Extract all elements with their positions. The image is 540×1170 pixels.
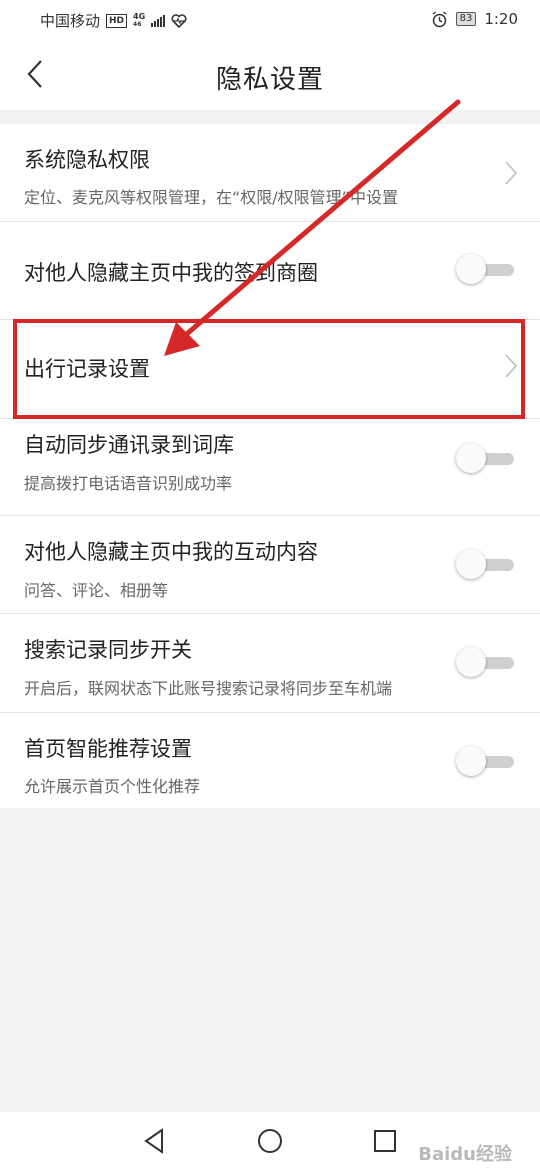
watermark: Baidu经验 [418, 1144, 512, 1165]
header: 隐私设置 [0, 38, 540, 110]
settings-row-travel-record[interactable]: 出行记录设置 [0, 320, 540, 419]
row-title: 出行记录设置 [24, 357, 150, 381]
settings-row-hide-checkin: 对他人隐藏主页中我的签到商圈 [0, 222, 540, 320]
smart-recommend-toggle[interactable] [456, 745, 516, 779]
square-recents-icon[interactable] [370, 1126, 400, 1156]
signal-icon [151, 14, 166, 27]
settings-row-system-privacy[interactable]: 系统隐私权限 定位、麦克风等权限管理，在“权限/权限管理”中设置 [0, 124, 540, 222]
row-subtitle: 开启后，联网状态下此账号搜索记录将同步至车机端 [24, 679, 393, 698]
triangle-back-icon[interactable] [140, 1126, 170, 1156]
row-subtitle: 允许展示首页个性化推荐 [24, 777, 201, 796]
row-title: 对他人隐藏主页中我的互动内容 [24, 540, 318, 564]
row-title: 自动同步通讯录到词库 [24, 433, 234, 457]
carrier-label: 中国移动 [40, 12, 101, 30]
search-sync-toggle[interactable] [456, 646, 516, 680]
heart-health-icon [171, 13, 187, 28]
hide-interactions-toggle[interactable] [456, 548, 516, 582]
chevron-right-icon [505, 161, 518, 185]
battery-icon: 83 [455, 12, 477, 26]
row-title: 对他人隐藏主页中我的签到商圈 [24, 261, 318, 285]
row-subtitle: 问答、评论、相册等 [24, 581, 169, 600]
row-subtitle: 定位、麦克风等权限管理，在“权限/权限管理”中设置 [24, 188, 398, 207]
hide-checkin-toggle[interactable] [456, 253, 516, 287]
circle-home-icon[interactable] [255, 1126, 285, 1156]
chevron-right-icon [505, 354, 518, 378]
settings-row-sync-contacts: 自动同步通讯录到词库 提高拨打电话语音识别成功率 [0, 419, 540, 516]
row-title: 首页智能推荐设置 [24, 737, 192, 761]
status-right: 83 1:20 [431, 10, 518, 28]
settings-list: 系统隐私权限 定位、麦克风等权限管理，在“权限/权限管理”中设置 对他人隐藏主页… [0, 124, 540, 808]
alarm-icon [432, 10, 447, 27]
row-subtitle: 提高拨打电话语音识别成功率 [24, 474, 233, 493]
status-left: 中国移动 HD 4G 46 [40, 10, 187, 31]
sync-contacts-toggle[interactable] [456, 442, 516, 476]
network-type-icon: 4G 46 [133, 11, 146, 28]
settings-row-search-sync: 搜索记录同步开关 开启后，联网状态下此账号搜索记录将同步至车机端 [0, 614, 540, 713]
settings-row-hide-interactions: 对他人隐藏主页中我的互动内容 问答、评论、相册等 [0, 516, 540, 614]
row-title: 系统隐私权限 [24, 148, 150, 172]
page-title: 隐私设置 [215, 65, 324, 95]
clock-label: 1:20 [484, 10, 518, 28]
hd-icon: HD [106, 13, 128, 28]
row-title: 搜索记录同步开关 [24, 638, 192, 662]
navigation-bar: Baidu经验 [0, 1112, 540, 1170]
status-bar: 中国移动 HD 4G 46 83 1:20 [0, 0, 540, 38]
settings-row-smart-recommend: 首页智能推荐设置 允许展示首页个性化推荐 [0, 713, 540, 808]
